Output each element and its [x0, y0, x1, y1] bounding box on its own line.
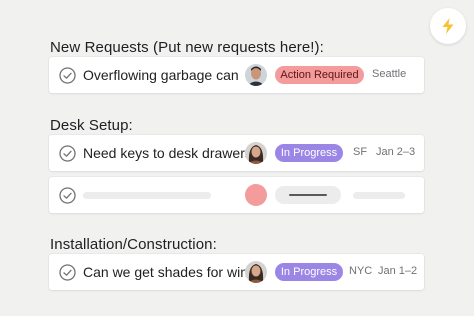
- status-badge-in-progress[interactable]: In Progress: [275, 263, 343, 281]
- task-row[interactable]: Need keys to desk drawers In Progress SF…: [49, 135, 424, 171]
- complete-checkbox-icon[interactable]: [59, 145, 76, 162]
- status-badge-in-progress[interactable]: In Progress: [275, 144, 343, 162]
- task-name[interactable]: Need keys to desk drawers: [83, 145, 252, 161]
- assignee-avatar[interactable]: [245, 142, 267, 164]
- assignee-avatar[interactable]: [245, 64, 267, 86]
- task-row[interactable]: Can we get shades for win... In Progress…: [49, 254, 424, 290]
- placeholder-task-row: [49, 177, 424, 213]
- location-label: SF: [353, 146, 368, 158]
- section-title-desk-setup: Desk Setup:: [50, 117, 133, 134]
- complete-checkbox-icon[interactable]: [59, 67, 76, 84]
- section-title-installation: Installation/Construction:: [50, 236, 217, 253]
- task-name[interactable]: Overflowing garbage can: [83, 67, 239, 83]
- placeholder-meta-bar: [353, 192, 405, 199]
- placeholder-avatar: [245, 184, 267, 206]
- due-date[interactable]: Jan 1–2: [378, 265, 417, 277]
- task-row[interactable]: Overflowing garbage can Action Required …: [49, 57, 424, 93]
- location-label: NYC: [349, 265, 373, 277]
- due-date[interactable]: Jan 2–3: [376, 146, 415, 158]
- complete-checkbox-icon: [59, 187, 76, 204]
- placeholder-text-bar: [83, 192, 211, 199]
- section-title-new-requests: New Requests (Put new requests here!):: [50, 39, 324, 56]
- assignee-avatar[interactable]: [245, 261, 267, 283]
- lightning-bolt-icon: [442, 18, 454, 34]
- complete-checkbox-icon[interactable]: [59, 264, 76, 281]
- rules-lightning-button[interactable]: [430, 8, 466, 44]
- status-badge-action-required[interactable]: Action Required: [275, 66, 364, 84]
- location-label: Seattle: [372, 68, 407, 80]
- placeholder-tag: [275, 186, 341, 204]
- task-name[interactable]: Can we get shades for win...: [83, 264, 260, 280]
